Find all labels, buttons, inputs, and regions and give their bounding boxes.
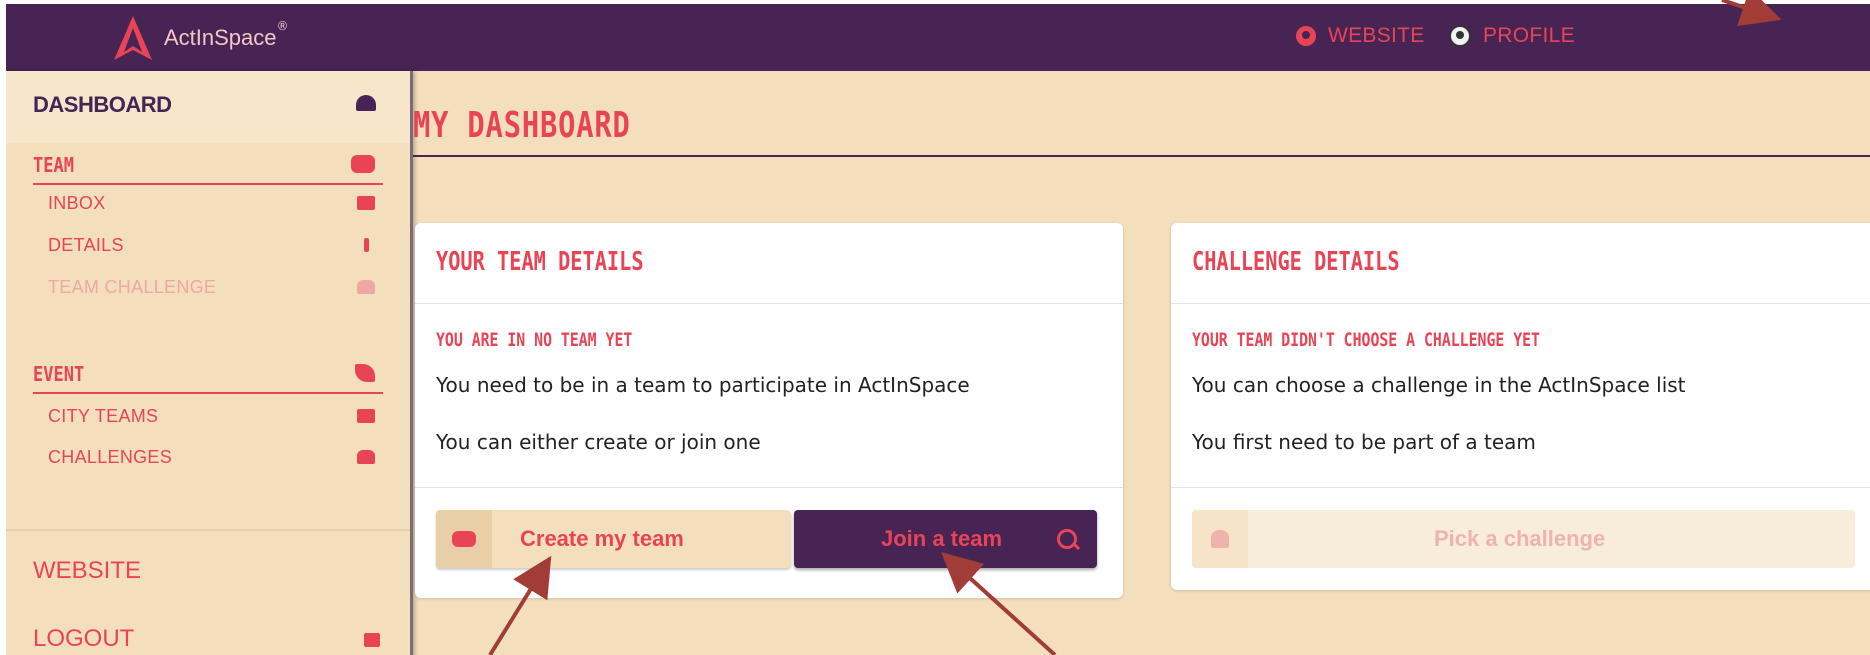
card-title: CHALLENGE DETAILS — [1192, 247, 1400, 277]
sidebar-item-logout[interactable]: LOGOUT — [33, 625, 134, 653]
card-header: CHALLENGE DETAILS — [1171, 223, 1870, 304]
users-icon — [351, 155, 375, 173]
users-icon — [436, 510, 492, 568]
sidebar-item-details[interactable]: DETAILS — [48, 235, 383, 259]
card-subtitle: YOUR TEAM DIDN'T CHOOSE A CHALLENGE YET — [1192, 329, 1540, 351]
sidebar-section-team: TEAM — [33, 151, 383, 185]
button-label: Join a team — [881, 526, 1003, 551]
trophy-icon — [357, 280, 375, 294]
card-text: You first need to be part of a team — [1192, 430, 1536, 454]
sidebar-item-dashboard[interactable]: DASHBOARD — [6, 71, 410, 143]
sidebar-divider — [6, 529, 410, 531]
card-title: YOUR TEAM DETAILS — [436, 247, 644, 277]
card-footer: Pick a challenge — [1171, 487, 1870, 568]
join-team-button[interactable]: Join a team — [794, 510, 1097, 568]
info-icon — [364, 238, 369, 252]
globe-icon — [1296, 26, 1316, 46]
sidebar-item-label: CITY TEAMS — [48, 406, 159, 426]
sidebar: DASHBOARD TEAM INBOX DETAILS TEAM CHALLE… — [6, 71, 413, 655]
section-label: TEAM — [33, 153, 74, 177]
sidebar-item-team-challenge: TEAM CHALLENGE — [48, 277, 383, 301]
card-subtitle: YOU ARE IN NO TEAM YET — [436, 329, 633, 351]
actinspace-logo[interactable]: ActInSpace ® — [112, 14, 289, 62]
sidebar-item-label: DETAILS — [48, 235, 124, 255]
pick-challenge-button: Pick a challenge — [1192, 510, 1855, 568]
sidebar-item-label: DASHBOARD — [33, 92, 172, 117]
sidebar-item-city-teams[interactable]: CITY TEAMS — [48, 406, 383, 430]
title-divider — [413, 155, 1870, 157]
app-frame: ActInSpace ® WEBSITE PROFILE DASHBOARD T… — [6, 4, 1870, 655]
id-card-icon — [357, 409, 375, 423]
create-team-button[interactable]: Create my team — [436, 510, 791, 568]
logo-text: ActInSpace — [164, 25, 277, 50]
registered-mark: ® — [276, 19, 289, 33]
card-text: You can either create or join one — [436, 430, 761, 454]
card-header: YOUR TEAM DETAILS — [415, 223, 1123, 304]
rocket-icon — [355, 364, 375, 382]
trophy-icon — [357, 450, 375, 464]
top-navbar: ActInSpace ® WEBSITE PROFILE — [6, 4, 1870, 71]
button-label: Create my team — [520, 526, 684, 551]
envelope-icon — [357, 196, 375, 210]
sidebar-item-label: INBOX — [48, 193, 106, 213]
page-title: MY DASHBOARD — [413, 105, 631, 146]
sidebar-item-inbox[interactable]: INBOX — [48, 193, 383, 217]
challenge-details-card: CHALLENGE DETAILS YOUR TEAM DIDN'T CHOOS… — [1171, 223, 1870, 590]
dashboard-gauge-icon — [356, 95, 376, 111]
website-link-label: WEBSITE — [1328, 24, 1425, 47]
profile-link[interactable]: PROFILE — [1449, 24, 1575, 48]
sidebar-item-challenges[interactable]: CHALLENGES — [48, 447, 383, 471]
rocket-logo-icon — [114, 16, 152, 60]
profile-link-label: PROFILE — [1483, 24, 1575, 47]
trophy-icon — [1192, 510, 1248, 568]
card-footer: Create my team Join a team — [415, 487, 1123, 568]
card-text: You can choose a challenge in the ActInS… — [1192, 373, 1686, 397]
sidebar-item-website[interactable]: WEBSITE — [33, 557, 141, 585]
button-label: Pick a challenge — [1434, 526, 1606, 551]
team-details-card: YOUR TEAM DETAILS YOU ARE IN NO TEAM YET… — [415, 223, 1123, 598]
section-label: EVENT — [33, 362, 85, 386]
astronaut-icon — [1449, 25, 1471, 47]
website-link[interactable]: WEBSITE — [1296, 24, 1425, 48]
card-text: You need to be in a team to participate … — [436, 373, 970, 397]
sidebar-item-label: TEAM CHALLENGE — [48, 277, 217, 297]
sign-out-icon — [364, 633, 380, 647]
sidebar-item-label: CHALLENGES — [48, 447, 173, 467]
search-icon — [1057, 529, 1077, 549]
sidebar-section-event: EVENT — [33, 360, 383, 394]
